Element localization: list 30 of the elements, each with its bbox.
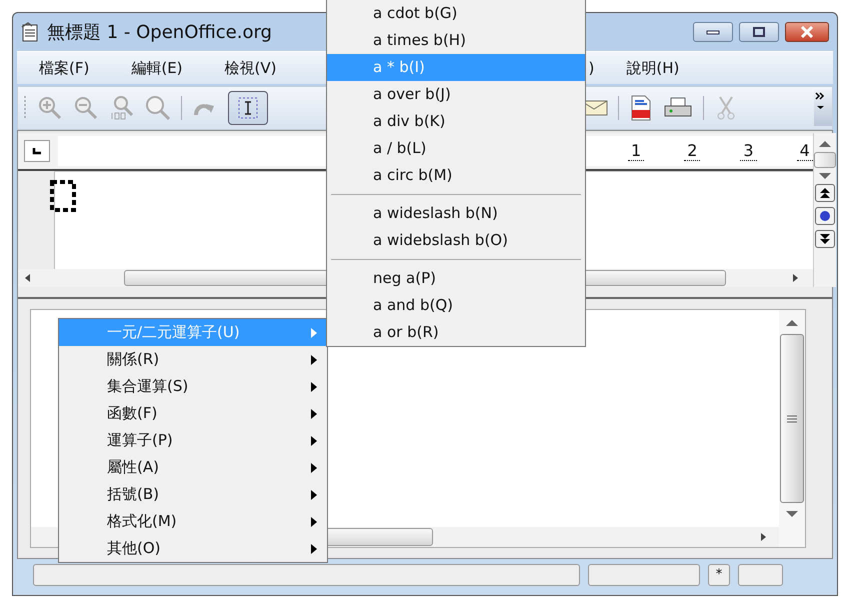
menu-item[interactable]: a times b(H): [327, 27, 585, 54]
menu-item[interactable]: a over b(J): [327, 81, 585, 108]
menu-item[interactable]: 檢視(V): [224, 58, 276, 78]
menu-item[interactable]: 檔案(F): [39, 58, 90, 78]
menu-item[interactable]: 其他(O): [59, 535, 327, 562]
menu-item[interactable]: a cdot b(G): [327, 0, 585, 27]
menu-item[interactable]: 函數(F): [59, 400, 327, 427]
menu-item[interactable]: a wideslash b(N): [327, 200, 585, 227]
menu-item[interactable]: 屬性(A): [59, 454, 327, 481]
modified-indicator: *: [708, 564, 730, 586]
menu-item[interactable]: 關係(R): [59, 346, 327, 373]
ruler-number: 2: [684, 141, 700, 161]
menu-item[interactable]: ): [588, 59, 594, 77]
menu-item[interactable]: 運算子(P): [59, 427, 327, 454]
menu-item[interactable]: 格式化(M): [59, 508, 327, 535]
menu-item[interactable]: neg a(P): [327, 265, 585, 292]
menu-item[interactable]: a or b(R): [327, 319, 585, 346]
menu-item[interactable]: 編輯(E): [131, 58, 183, 78]
menu-item[interactable]: 說明(H): [626, 58, 680, 78]
ruler-number: 3: [740, 141, 757, 161]
menu-item[interactable]: 集合運算(S): [59, 373, 327, 400]
window-title: 無標題 1 - OpenOffice.org: [47, 21, 272, 44]
menu-item[interactable]: a / b(L): [327, 135, 585, 162]
menu-item[interactable]: a and b(Q): [327, 292, 585, 319]
ruler-number: 1: [628, 141, 644, 161]
menu-item[interactable]: 括號(B): [59, 481, 327, 508]
ruler-number: 4: [796, 141, 813, 161]
menu-item[interactable]: a widebslash b(O): [327, 227, 585, 254]
menu-item[interactable]: a div b(K): [327, 108, 585, 135]
menu-item[interactable]: a circ b(M): [327, 162, 585, 189]
